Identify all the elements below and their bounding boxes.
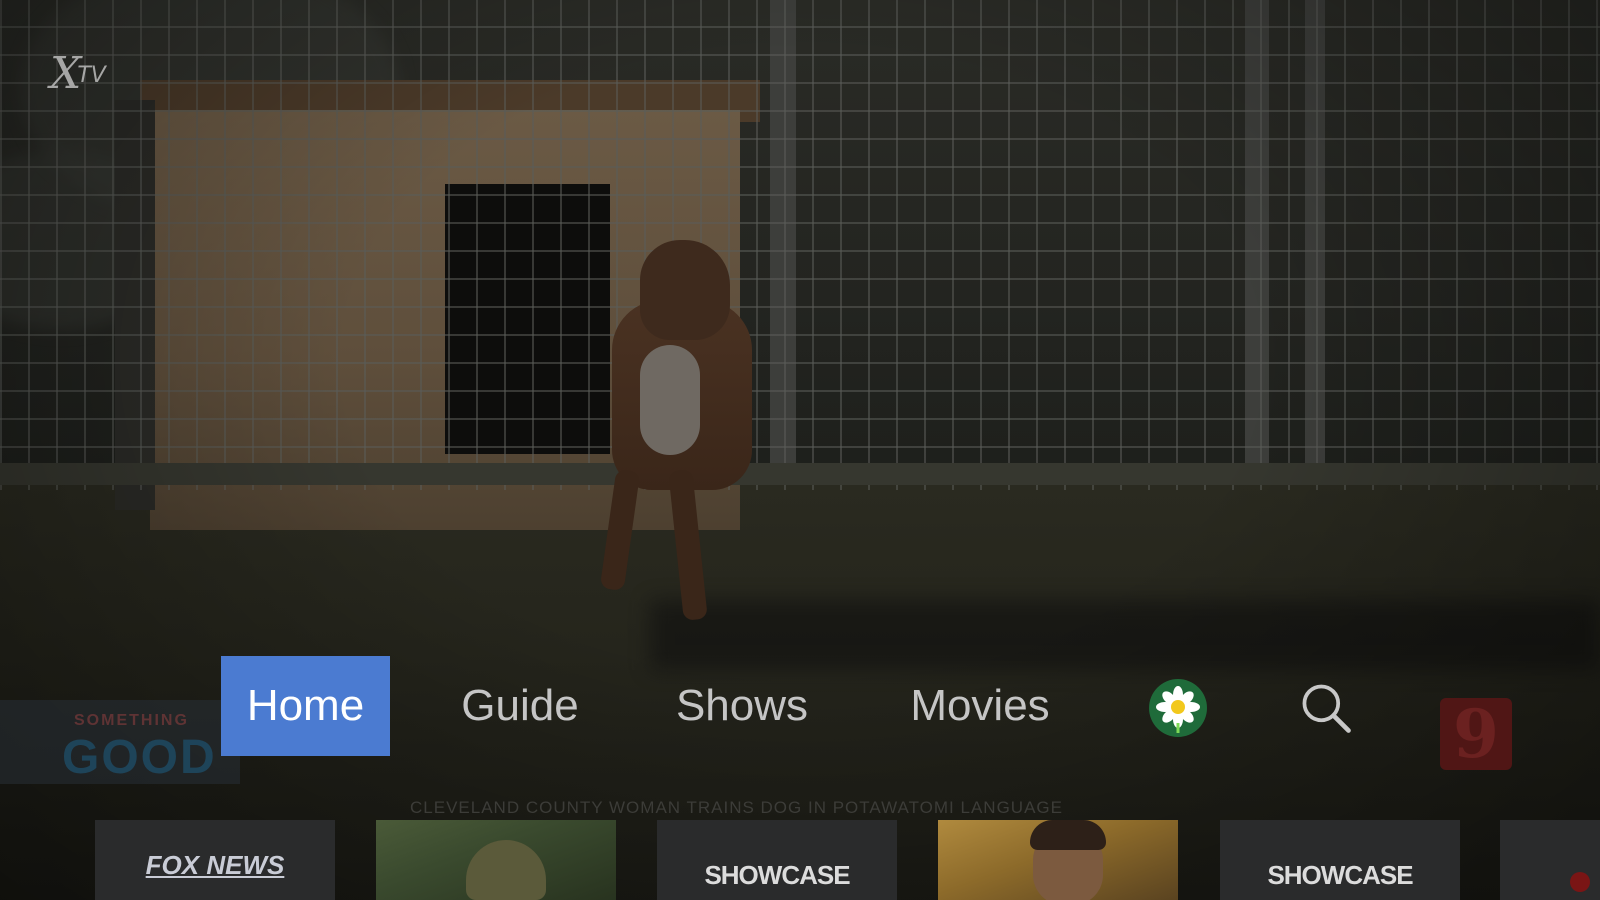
tile-showcase[interactable]: SHOWCASE <box>657 820 897 900</box>
poster-helmet <box>466 840 546 900</box>
logo-tv: TV <box>77 63 106 88</box>
search-button[interactable] <box>1296 678 1356 738</box>
search-icon <box>1302 684 1351 733</box>
tile-label: FOX NEWS <box>145 850 285 880</box>
flower-icon <box>1149 679 1207 737</box>
logo-x: X <box>50 48 81 99</box>
tile-showcase[interactable]: SHOWCASE <box>1220 820 1460 900</box>
nav-home[interactable]: Home <box>221 656 390 756</box>
tile-fox-news[interactable]: FOX NEWS <box>95 820 335 900</box>
news-ticker: CLEVELAND COUNTY WOMAN TRAINS DOG IN POT… <box>410 798 1063 817</box>
flower-app-icon[interactable] <box>1148 678 1208 738</box>
record-indicator-icon <box>1570 872 1590 892</box>
nav-movies[interactable]: Movies <box>880 656 1080 756</box>
nav-shows[interactable]: Shows <box>652 656 832 756</box>
nav-guide[interactable]: Guide <box>445 656 595 756</box>
tile-label: SHOWCASE <box>704 860 850 890</box>
tile-label: SHOWCASE <box>1267 860 1413 890</box>
poster-hair <box>1030 820 1106 850</box>
channel-tile-row: FOX NEWS SHOWCASE SHOWCASE <box>0 820 1600 900</box>
vignette <box>0 0 1600 900</box>
tile-poster[interactable] <box>938 820 1178 900</box>
tile-poster[interactable] <box>376 820 616 900</box>
main-nav: Home Guide Shows Movies <box>0 656 1600 760</box>
video-background <box>0 0 1600 900</box>
xtv-logo: XTV <box>50 48 106 99</box>
